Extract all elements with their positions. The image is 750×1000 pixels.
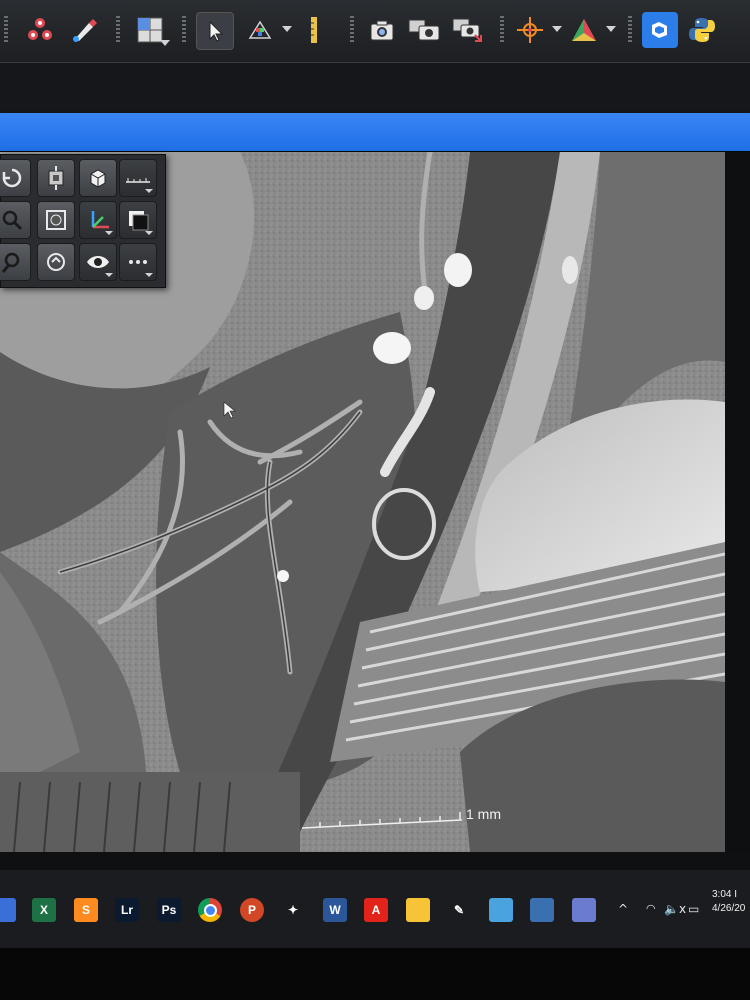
viewer-title-bar[interactable] [0, 113, 750, 151]
bright-node [562, 256, 578, 284]
chevron-down-icon[interactable] [145, 273, 153, 277]
windows-taskbar: X S Lr Ps P ✦ W A ✎ ^ ◠ 🔈x ▭ 3:04 I 4/26/20 [0, 870, 750, 948]
battery-icon[interactable]: ▭ [688, 902, 699, 916]
view-tool-palette [0, 154, 166, 288]
bright-node [373, 332, 411, 364]
toolbar-separator [182, 16, 186, 44]
taskbar-excel-icon[interactable]: X [32, 898, 56, 922]
chevron-down-icon[interactable] [552, 26, 562, 32]
taskbar-acrobat-icon[interactable]: A [364, 898, 388, 922]
scale-bar-label: 1 mm [466, 806, 501, 822]
chevron-down-icon[interactable] [282, 26, 292, 32]
taskbar-photos-icon[interactable] [489, 898, 513, 922]
rotate-icon[interactable] [0, 159, 31, 197]
toolbar-separator [628, 16, 632, 44]
more-options-icon[interactable] [119, 243, 157, 281]
pointer-icon[interactable] [196, 12, 234, 50]
taskbar-chrome-icon[interactable] [198, 898, 222, 922]
taskbar-viewer-app-icon[interactable] [572, 898, 596, 922]
chevron-down-icon[interactable] [105, 231, 113, 235]
wifi-icon[interactable]: ◠ [646, 902, 656, 915]
orientation-axes-icon[interactable] [566, 12, 602, 48]
reset-view-icon[interactable] [37, 243, 75, 281]
monitor-bezel [0, 948, 750, 1000]
bright-node [277, 570, 289, 582]
toolbar-separator [116, 16, 120, 44]
taskbar-lightroom-icon[interactable]: Lr [115, 898, 139, 922]
crosshair-icon[interactable] [512, 12, 548, 48]
color-palette-icon[interactable] [242, 12, 278, 48]
viewport-border [725, 152, 750, 852]
taskbar-pen-tool-icon[interactable]: ✎ [447, 898, 471, 922]
taskbar-photoshop-icon[interactable]: Ps [157, 898, 181, 922]
ruler-icon[interactable] [296, 12, 332, 48]
clock-time: 3:04 I [712, 889, 738, 900]
chevron-down-icon[interactable] [160, 40, 170, 46]
system-clock[interactable]: 3:04 I 4/26/20 [712, 888, 750, 916]
scale-ruler-icon[interactable] [119, 159, 157, 197]
taskbar-file-explorer-icon[interactable] [406, 898, 430, 922]
cube-view-icon[interactable] [79, 159, 117, 197]
volume-muted-icon[interactable]: 🔈x [664, 902, 686, 916]
chevron-down-icon[interactable] [145, 231, 153, 235]
snapshot-export-icon[interactable] [450, 12, 486, 48]
snapshot-multi-icon[interactable] [406, 12, 442, 48]
toolbar-spacer [0, 63, 750, 113]
taskbar-tidal-icon[interactable]: ✦ [281, 898, 305, 922]
eye-visibility-icon[interactable] [79, 243, 117, 281]
screen-gap [0, 852, 750, 870]
background-icon[interactable] [119, 201, 157, 239]
snapshot-icon[interactable] [364, 12, 400, 48]
axes-icon[interactable] [79, 201, 117, 239]
color-edit-icon[interactable] [66, 12, 102, 48]
toolbar-grip [4, 16, 8, 44]
bright-node [444, 253, 472, 287]
zoom-fit-icon[interactable] [37, 201, 75, 239]
toolbar-separator [500, 16, 504, 44]
tray-chevron-icon[interactable]: ^ [618, 902, 628, 916]
plugin-icon[interactable] [642, 12, 678, 48]
python-icon[interactable] [684, 12, 720, 48]
taskbar-python-icon[interactable] [530, 898, 554, 922]
taskbar-app-icon[interactable] [0, 898, 16, 922]
zoom-icon[interactable] [0, 201, 31, 239]
taskbar-powerpoint-icon[interactable]: P [240, 898, 264, 922]
pan-icon[interactable] [37, 159, 75, 197]
toolbar-separator [350, 16, 354, 44]
molecule-icon[interactable] [22, 12, 58, 48]
taskbar-word-icon[interactable]: W [323, 898, 347, 922]
chevron-down-icon[interactable] [145, 189, 153, 193]
bright-node [414, 286, 434, 310]
taskbar-sublime-icon[interactable]: S [74, 898, 98, 922]
main-toolbar [0, 0, 750, 63]
chevron-down-icon[interactable] [606, 26, 616, 32]
chevron-down-icon[interactable] [105, 273, 113, 277]
clock-date: 4/26/20 [712, 903, 746, 914]
zoom-out-icon[interactable] [0, 243, 31, 281]
